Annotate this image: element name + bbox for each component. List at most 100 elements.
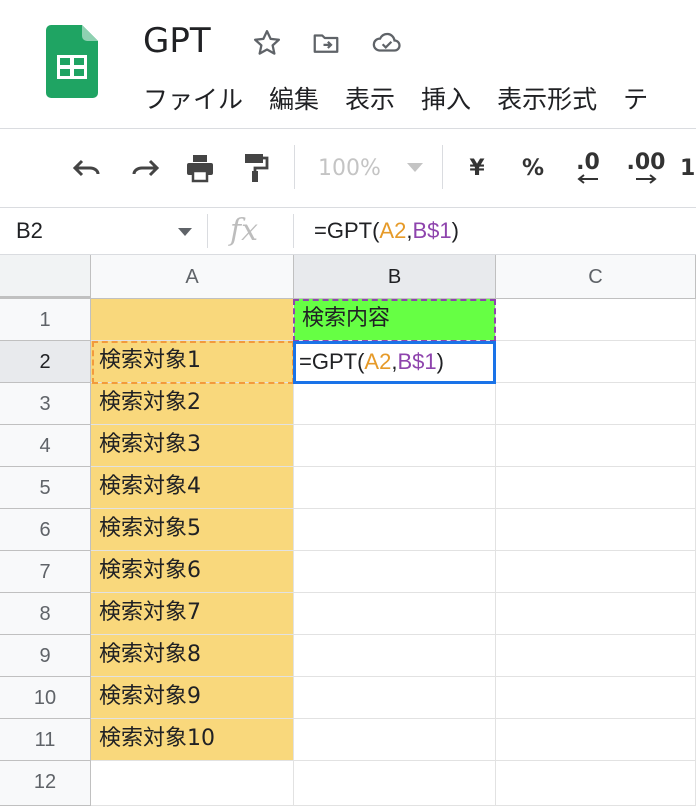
cell-a9[interactable]: 検索対象8	[91, 635, 294, 677]
formula-bar: B2 fx =GPT(A2,B$1)	[0, 208, 696, 255]
increase-decimal-label: .00	[626, 150, 666, 175]
cell-a11[interactable]: 検索対象10	[91, 719, 294, 761]
decrease-decimal-label: .0	[576, 150, 600, 175]
cell-a1[interactable]	[91, 299, 294, 341]
cell-c2[interactable]	[496, 341, 696, 383]
column-header-c[interactable]: C	[496, 255, 696, 299]
cell-b10[interactable]	[294, 677, 496, 719]
zoom-dropdown-icon	[406, 163, 423, 172]
select-all-corner[interactable]	[0, 255, 91, 299]
fx-icon: fx	[230, 213, 259, 248]
toolbar: 100% ¥ % .0 .00 123	[0, 129, 696, 208]
cell-b5[interactable]	[294, 467, 496, 509]
zoom-value: 100%	[318, 155, 381, 181]
zoom-select[interactable]: 100%	[318, 149, 428, 187]
formula-close-paren: )	[451, 218, 459, 243]
cell-b8[interactable]	[294, 593, 496, 635]
cell-b9[interactable]	[294, 635, 496, 677]
editor-function: =GPT	[299, 349, 358, 374]
cell-a5[interactable]: 検索対象4	[91, 467, 294, 509]
row-header-4[interactable]: 4	[0, 425, 91, 467]
cell-a3[interactable]: 検索対象2	[91, 383, 294, 425]
cell-a12[interactable]	[91, 761, 294, 806]
cell-b12[interactable]	[294, 761, 496, 806]
cell-c3[interactable]	[496, 383, 696, 425]
column-header-b[interactable]: B	[294, 255, 496, 299]
paint-format-icon[interactable]	[238, 149, 274, 187]
cell-b7[interactable]	[294, 551, 496, 593]
row-header-8[interactable]: 8	[0, 593, 91, 635]
star-icon[interactable]	[250, 26, 284, 60]
menu-format[interactable]: 表示形式	[497, 80, 597, 120]
toolbar-separator	[442, 145, 443, 189]
spreadsheet-grid: A B C 1 2 3 4 5 6 7 8 9 10 11 12 検索対象1 検…	[0, 255, 696, 806]
document-title[interactable]: GPT	[143, 20, 211, 62]
active-cell-editor[interactable]: =GPT(A2,B$1)	[293, 341, 496, 384]
arrow-right-icon	[636, 174, 657, 184]
formula-bar-separator	[293, 214, 294, 248]
row-header-12[interactable]: 12	[0, 761, 91, 806]
cell-a2[interactable]: 検索対象1	[91, 341, 294, 383]
menu-data[interactable]: テ	[623, 80, 648, 120]
menu-view[interactable]: 表示	[345, 80, 395, 120]
increase-decimal-button[interactable]: .00	[624, 149, 668, 187]
cell-a4[interactable]: 検索対象3	[91, 425, 294, 467]
row-header-11[interactable]: 11	[0, 719, 91, 761]
cell-b11[interactable]	[294, 719, 496, 761]
cell-a6[interactable]: 検索対象5	[91, 509, 294, 551]
sheets-logo-icon[interactable]	[46, 25, 98, 98]
redo-icon[interactable]	[124, 149, 164, 187]
cell-a7[interactable]: 検索対象6	[91, 551, 294, 593]
toolbar-separator	[294, 145, 295, 189]
formula-bar-separator	[207, 214, 208, 248]
row-header-6[interactable]: 6	[0, 509, 91, 551]
formula-ref-b1: B$1	[412, 218, 452, 243]
cell-c12[interactable]	[496, 761, 696, 806]
cell-b1[interactable]: 検索内容	[294, 299, 496, 341]
cell-a8[interactable]: 検索対象7	[91, 593, 294, 635]
row-header-2[interactable]: 2	[0, 341, 91, 383]
row-header-7[interactable]: 7	[0, 551, 91, 593]
menu-insert[interactable]: 挿入	[421, 80, 471, 120]
cell-b4[interactable]	[294, 425, 496, 467]
percent-button[interactable]: %	[518, 149, 548, 187]
currency-button[interactable]: ¥	[462, 149, 492, 187]
cell-c11[interactable]	[496, 719, 696, 761]
name-box-dropdown-icon[interactable]	[178, 228, 192, 237]
move-to-folder-icon[interactable]	[309, 26, 343, 60]
cell-c7[interactable]	[496, 551, 696, 593]
cell-c5[interactable]	[496, 467, 696, 509]
editor-ref-a2: A2	[364, 349, 392, 374]
column-header-a[interactable]: A	[91, 255, 294, 299]
editor-close-paren: )	[436, 349, 444, 374]
cell-c8[interactable]	[496, 593, 696, 635]
menu-bar: ファイル 編集 表示 挿入 表示形式テ	[143, 80, 674, 120]
cloud-saved-icon[interactable]	[370, 26, 404, 60]
formula-input[interactable]: =GPT(A2,B$1)	[314, 208, 459, 254]
cell-c4[interactable]	[496, 425, 696, 467]
cell-b6[interactable]	[294, 509, 496, 551]
cell-c6[interactable]	[496, 509, 696, 551]
row-header-3[interactable]: 3	[0, 383, 91, 425]
cell-c1[interactable]	[496, 299, 696, 341]
more-formats-button[interactable]: 123	[680, 149, 696, 187]
formula-function: =GPT	[314, 218, 373, 243]
cell-a10[interactable]: 検索対象9	[91, 677, 294, 719]
name-box[interactable]: B2	[16, 208, 43, 254]
print-icon[interactable]	[180, 149, 220, 187]
menu-file[interactable]: ファイル	[143, 80, 243, 120]
row-header-9[interactable]: 9	[0, 635, 91, 677]
cell-b3[interactable]	[294, 383, 496, 425]
formula-ref-a2: A2	[379, 218, 407, 243]
undo-icon[interactable]	[68, 149, 108, 187]
cell-c9[interactable]	[496, 635, 696, 677]
decrease-decimal-button[interactable]: .0	[568, 149, 608, 187]
app-header: GPT ファイル 編集 表示 挿入 表示形式テ	[0, 0, 696, 129]
cell-c10[interactable]	[496, 677, 696, 719]
editor-ref-b1: B$1	[397, 349, 437, 374]
row-header-1[interactable]: 1	[0, 299, 91, 341]
arrow-left-icon	[577, 174, 598, 184]
menu-edit[interactable]: 編集	[269, 80, 319, 120]
row-header-5[interactable]: 5	[0, 467, 91, 509]
row-header-10[interactable]: 10	[0, 677, 91, 719]
